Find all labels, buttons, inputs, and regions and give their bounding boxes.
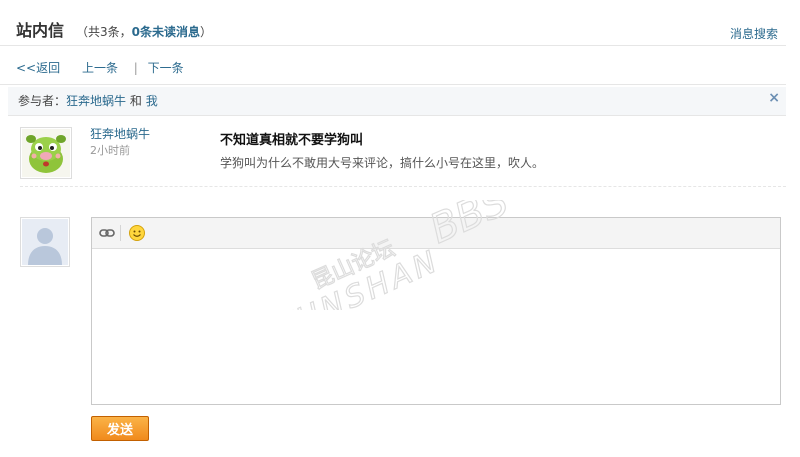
participants-bar: 参与者：狂奔地蜗牛 和 我 ×	[8, 87, 786, 116]
message-nav: <<返回 上一条 | 下一条	[16, 60, 202, 76]
sender-name-link[interactable]: 狂奔地蜗牛	[90, 126, 150, 142]
summary-open: （共3条，	[76, 25, 132, 39]
link-icon[interactable]	[98, 224, 116, 242]
pig-avatar-icon	[22, 129, 70, 177]
message-subject: 不知道真相就不要学狗叫	[220, 133, 364, 148]
message-body: 学狗叫为什么不敢用大号来评论，搞什么小号在这里，吹人。	[220, 156, 545, 170]
message-item: 狂奔地蜗牛 2小时前 不知道真相就不要学狗叫 学狗叫为什么不敢用大号来评论，搞什…	[20, 124, 786, 187]
summary-close: ）	[200, 25, 213, 39]
reply-textarea[interactable]	[92, 249, 780, 404]
reply-editor	[91, 217, 781, 405]
unread-count: 0条未读消息	[131, 25, 200, 39]
page-title: 站内信	[16, 21, 65, 40]
divider	[0, 84, 786, 85]
next-message-link[interactable]: 下一条	[148, 60, 184, 76]
smiley-icon[interactable]	[128, 224, 146, 242]
message-time: 2小时前	[90, 144, 130, 157]
my-avatar	[20, 217, 70, 267]
page-header: 站内信 （共3条，0条未读消息） 消息搜索	[16, 20, 786, 44]
toolbar-separator	[120, 225, 121, 241]
message-search-link[interactable]: 消息搜索	[730, 26, 778, 42]
nav-separator: |	[133, 61, 138, 75]
sender-avatar[interactable]	[20, 127, 72, 179]
message-summary: （共3条，0条未读消息）	[76, 24, 212, 40]
participants-row: 参与者：狂奔地蜗牛 和 我	[18, 93, 158, 109]
default-avatar-icon	[22, 219, 68, 265]
back-link[interactable]: <<返回	[16, 60, 60, 76]
prev-message-link[interactable]: 上一条	[82, 60, 118, 76]
divider	[0, 45, 786, 46]
send-button[interactable]: 发送	[91, 416, 149, 441]
close-icon[interactable]: ×	[768, 90, 780, 106]
participants-label: 参与者：	[18, 94, 67, 108]
participant-me-link[interactable]: 我	[146, 94, 158, 108]
editor-toolbar	[92, 218, 780, 249]
participant-user-link[interactable]: 狂奔地蜗牛	[66, 94, 126, 108]
participants-and: 和	[129, 94, 142, 108]
